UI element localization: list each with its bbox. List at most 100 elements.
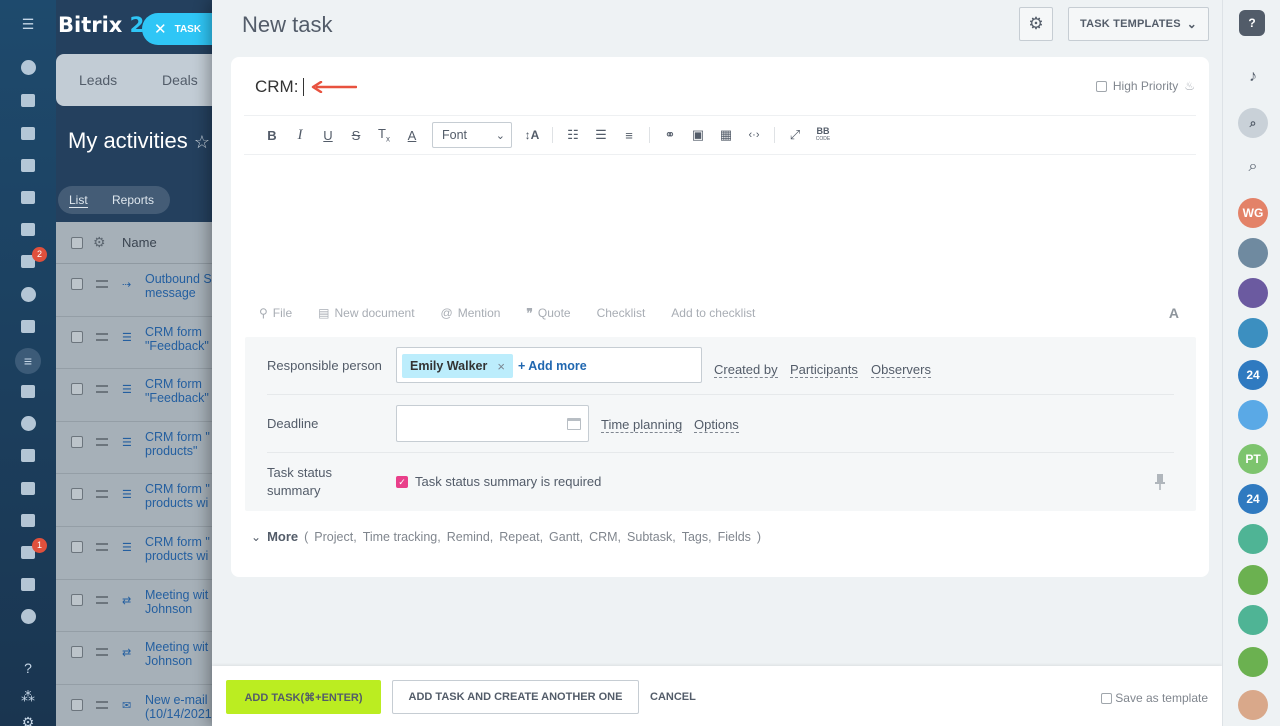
editor-body[interactable] xyxy=(244,157,1196,297)
image-icon[interactable]: ▣ xyxy=(684,127,712,143)
more-item[interactable]: Time tracking, xyxy=(363,530,441,544)
task-name-input[interactable]: CRM: xyxy=(255,77,305,97)
avatar[interactable] xyxy=(1238,400,1268,430)
tab-reports[interactable]: Reports xyxy=(112,193,154,207)
row-menu-icon[interactable] xyxy=(96,542,108,551)
more-item[interactable]: Fields xyxy=(718,530,751,544)
task-templates-button[interactable]: TASK TEMPLATES ⌄ xyxy=(1068,7,1209,41)
sign-icon[interactable] xyxy=(18,478,38,498)
checklist-button[interactable]: Checklist xyxy=(597,306,646,320)
avatar[interactable] xyxy=(1238,238,1268,268)
drive-icon[interactable] xyxy=(18,219,38,239)
avatar[interactable]: WG xyxy=(1238,198,1268,228)
high-priority-toggle[interactable]: High Priority ♨ xyxy=(1095,79,1195,93)
created-by-link[interactable]: Created by xyxy=(714,362,778,378)
table-row[interactable]: ☰ CRM form "Feedback" xyxy=(56,369,226,422)
avatar[interactable]: 24 xyxy=(1238,484,1268,514)
add-to-checklist-button[interactable]: Add to checklist xyxy=(671,306,755,320)
avatar[interactable] xyxy=(1238,647,1268,677)
clear-format-icon[interactable]: Tx xyxy=(370,126,398,144)
row-checkbox[interactable] xyxy=(71,278,83,290)
save-template-checkbox[interactable] xyxy=(1101,692,1113,704)
chat-search-icon[interactable]: ⌕ xyxy=(1238,108,1268,138)
cancel-button[interactable]: CANCEL xyxy=(650,691,696,703)
calendar-icon[interactable] xyxy=(18,155,38,175)
bbcode-icon[interactable]: BB CODE xyxy=(809,127,837,143)
more-item[interactable]: Remind, xyxy=(447,530,494,544)
bold-icon[interactable]: B xyxy=(258,128,286,143)
options-link[interactable]: Options xyxy=(694,417,739,433)
observers-link[interactable]: Observers xyxy=(871,362,931,378)
cart-icon[interactable] xyxy=(18,445,38,465)
close-icon[interactable]: ✕ xyxy=(154,20,167,38)
table-row[interactable]: ☰ CRM form " products" xyxy=(56,422,226,475)
docs-icon[interactable] xyxy=(18,187,38,207)
groups-icon[interactable] xyxy=(18,284,38,304)
font-select[interactable]: Font ⌄ xyxy=(432,122,512,148)
strikethrough-icon[interactable]: S xyxy=(342,128,370,143)
participants-link[interactable]: Participants xyxy=(790,362,858,378)
more-nav-icon[interactable] xyxy=(18,606,38,626)
table-row[interactable]: ☰ CRM form " products wi xyxy=(56,527,226,580)
responsible-field[interactable]: Emily Walker × + Add more xyxy=(396,347,702,383)
table-row[interactable]: ⇢ Outbound Smessage xyxy=(56,264,226,317)
table-icon[interactable]: ▦ xyxy=(712,127,740,143)
select-all-checkbox[interactable] xyxy=(71,237,83,249)
new-document-button[interactable]: ▤ New document xyxy=(318,306,414,320)
row-checkbox[interactable] xyxy=(71,435,83,448)
contact-icon[interactable] xyxy=(18,510,38,530)
tasks-icon[interactable] xyxy=(18,316,38,336)
row-checkbox[interactable] xyxy=(71,593,83,606)
structure-icon[interactable]: ⁂ xyxy=(18,686,38,706)
add-and-create-another-button[interactable]: ADD TASK AND CREATE ANOTHER ONE xyxy=(392,680,639,714)
chat-icon[interactable] xyxy=(18,123,38,143)
row-checkbox[interactable] xyxy=(71,646,83,659)
help-icon[interactable]: ? xyxy=(1239,10,1265,36)
row-menu-icon[interactable] xyxy=(96,332,108,341)
avatar[interactable] xyxy=(1238,565,1268,595)
grid-settings-icon[interactable]: ⚙ xyxy=(93,234,106,251)
row-checkbox[interactable] xyxy=(71,540,83,553)
more-item[interactable]: Gantt, xyxy=(549,530,583,544)
row-menu-icon[interactable] xyxy=(96,437,108,446)
status-summary-checkbox[interactable]: ✓ xyxy=(396,476,408,488)
table-row[interactable]: ⇄ Meeting wit Johnson xyxy=(56,580,226,633)
table-row[interactable]: ☰ CRM form "Feedback" xyxy=(56,317,226,370)
more-item[interactable]: Project, xyxy=(314,530,356,544)
pin-icon[interactable] xyxy=(1155,474,1165,490)
settings-button[interactable]: ⚙ xyxy=(1019,7,1053,41)
link-icon[interactable]: ⚭ xyxy=(656,127,684,143)
tab-list[interactable]: List xyxy=(69,193,88,208)
crm-icon[interactable]: ≡ xyxy=(15,348,41,374)
more-item[interactable]: Repeat, xyxy=(499,530,543,544)
tab-leads[interactable]: Leads xyxy=(79,72,117,88)
chevron-down-icon[interactable]: ⌄ xyxy=(251,530,261,544)
avatar[interactable]: 24 xyxy=(1238,360,1268,390)
row-menu-icon[interactable] xyxy=(96,648,108,657)
avatar[interactable] xyxy=(1238,605,1268,635)
italic-icon[interactable]: I xyxy=(286,127,314,144)
quote-button[interactable]: ❞ Quote xyxy=(526,306,570,320)
more-item[interactable]: CRM, xyxy=(589,530,621,544)
row-menu-icon[interactable] xyxy=(96,385,108,394)
bullet-list-icon[interactable]: ☰ xyxy=(587,127,615,143)
file-button[interactable]: ⚲ File xyxy=(259,306,292,320)
menu-icon[interactable]: ☰ xyxy=(18,14,38,34)
text-color-icon[interactable]: A xyxy=(398,128,426,143)
bell-icon[interactable]: ♪ xyxy=(1243,68,1263,86)
search-icon[interactable]: ⌕ xyxy=(1243,158,1263,176)
time-planning-link[interactable]: Time planning xyxy=(601,417,683,433)
mention-button[interactable]: @ Mention xyxy=(441,306,501,320)
row-menu-icon[interactable] xyxy=(96,490,108,499)
fullscreen-icon[interactable]: ⤢ xyxy=(781,127,809,143)
responsible-person-chip[interactable]: Emily Walker × xyxy=(402,354,513,378)
calendar-icon[interactable] xyxy=(567,418,581,430)
row-menu-icon[interactable] xyxy=(96,700,108,709)
table-row[interactable]: ☰ CRM form " products wi xyxy=(56,474,226,527)
tab-deals[interactable]: Deals xyxy=(162,72,198,88)
bank-icon[interactable] xyxy=(18,381,38,401)
add-task-button[interactable]: ADD TASK(⌘+ENTER) xyxy=(226,680,381,714)
target-icon[interactable] xyxy=(18,413,38,433)
box-icon[interactable] xyxy=(18,574,38,594)
row-checkbox[interactable] xyxy=(71,330,83,343)
